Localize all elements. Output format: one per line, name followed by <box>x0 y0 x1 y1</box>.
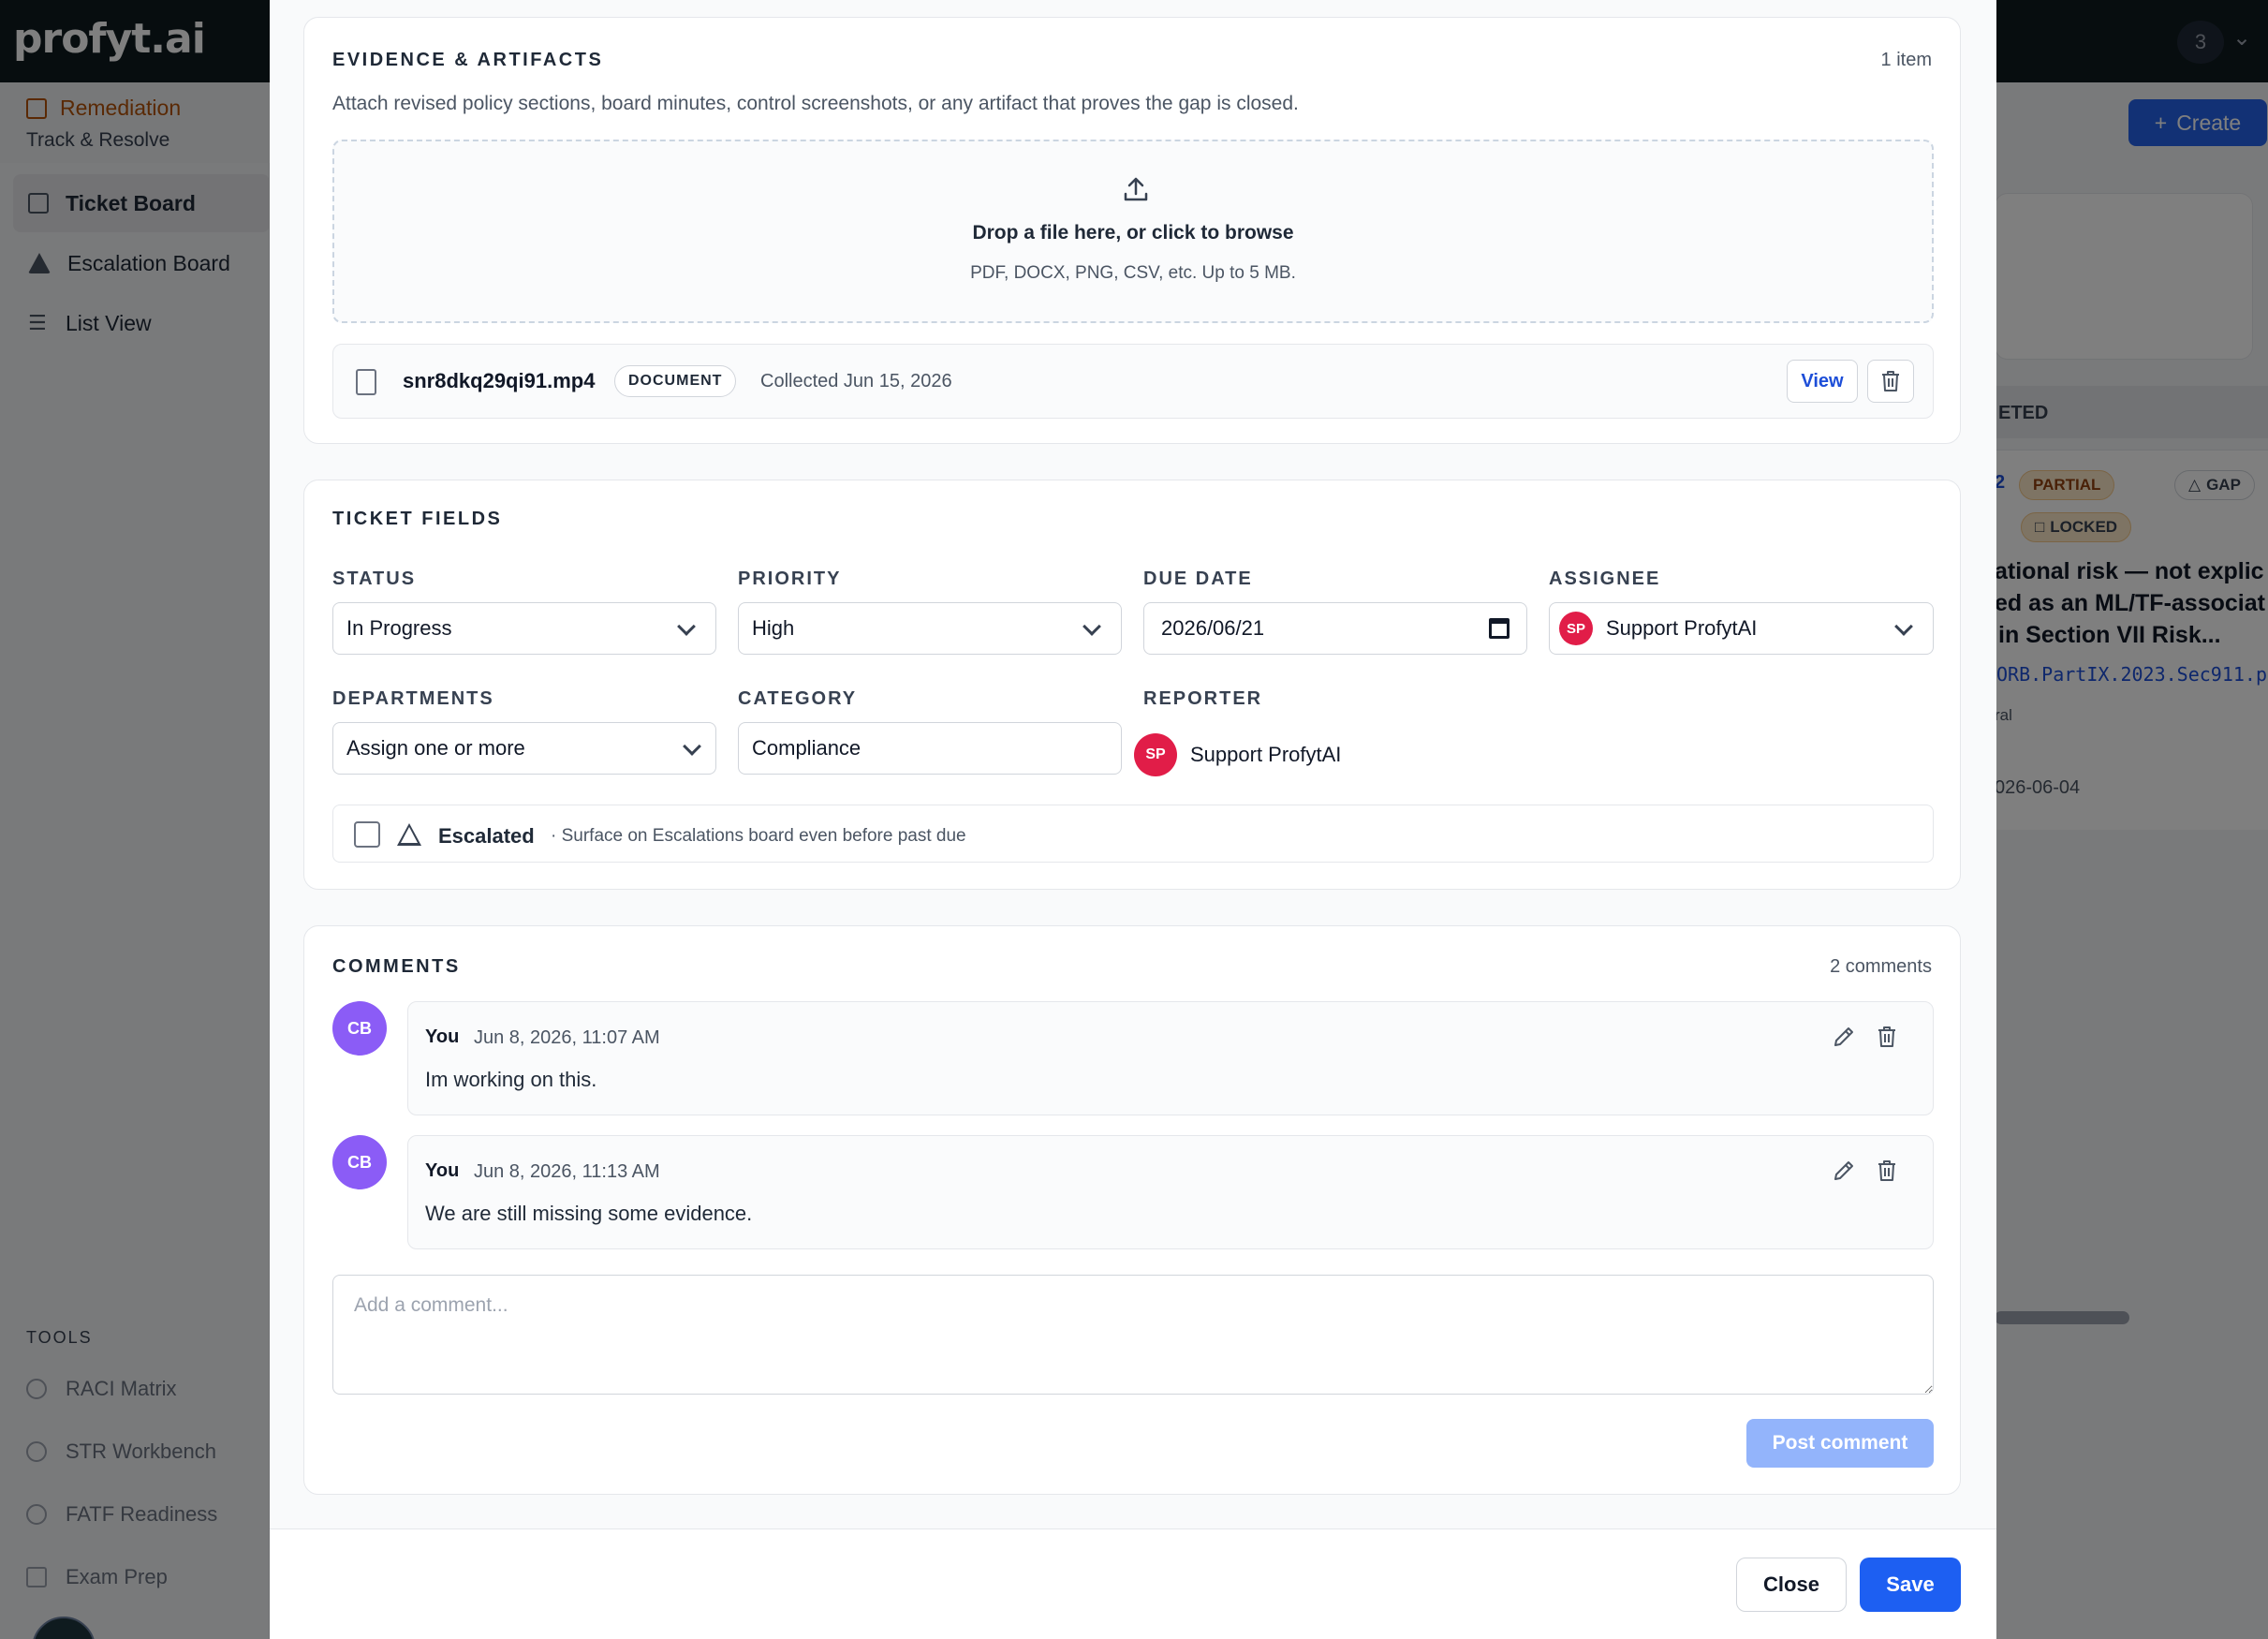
status-select[interactable]: In Progress <box>332 602 716 655</box>
calendar-icon[interactable] <box>1489 618 1510 639</box>
file-type-badge: DOCUMENT <box>614 365 737 397</box>
file-collected-date: Collected Jun 15, 2026 <box>760 371 952 391</box>
evidence-card: EVIDENCE & ARTIFACTS 1 item Attach revis… <box>303 17 1961 444</box>
upload-icon <box>1124 177 1148 201</box>
category-input[interactable]: Compliance <box>738 722 1122 775</box>
comment-input[interactable] <box>332 1275 1934 1395</box>
post-comment-button[interactable]: Post comment <box>1746 1419 1934 1468</box>
escalated-checkbox[interactable] <box>354 821 380 848</box>
edit-icon[interactable] <box>1832 1159 1856 1183</box>
dropzone-title: Drop a file here, or click to browse <box>972 222 1294 244</box>
file-dropzone[interactable]: Drop a file here, or click to browse PDF… <box>332 140 1934 323</box>
departments-select[interactable]: Assign one or more <box>332 722 716 775</box>
priority-label: PRIORITY <box>738 568 842 589</box>
assignee-label: ASSIGNEE <box>1549 568 1661 589</box>
trash-icon[interactable] <box>1875 1159 1899 1183</box>
comments-count: 2 comments <box>1830 956 1932 977</box>
chevron-down-icon <box>677 617 696 636</box>
escalated-row: Escalated · Surface on Escalations board… <box>332 805 1934 863</box>
chevron-down-icon <box>1082 617 1101 636</box>
chevron-down-icon <box>683 737 701 756</box>
chevron-down-icon <box>1894 617 1913 636</box>
escalated-hint: · Surface on Escalations board even befo… <box>551 826 966 846</box>
file-name: snr8dkq29qi91.mp4 <box>403 369 596 392</box>
comment-item: You Jun 8, 2026, 11:13 AM We are still m… <box>407 1135 1934 1249</box>
comments-card: COMMENTS 2 comments CB You Jun 8, 2026, … <box>303 925 1961 1495</box>
comment-author: You <box>425 1026 460 1047</box>
close-button[interactable]: Close <box>1736 1558 1847 1612</box>
view-file-button[interactable]: View <box>1787 360 1858 403</box>
delete-file-button[interactable] <box>1867 360 1914 403</box>
evidence-count: 1 item <box>1880 50 1932 70</box>
evidence-description: Attach revised policy sections, board mi… <box>332 93 1299 114</box>
due-date-input[interactable]: 2026/06/21 <box>1143 602 1527 655</box>
edit-icon[interactable] <box>1832 1025 1856 1049</box>
due-date-label: DUE DATE <box>1143 568 1253 589</box>
comment-item: You Jun 8, 2026, 11:07 AM Im working on … <box>407 1001 1934 1115</box>
warning-icon <box>397 823 421 846</box>
ticket-fields-card: TICKET FIELDS STATUS In Progress PRIORIT… <box>303 480 1961 890</box>
comment-author: You <box>425 1160 460 1181</box>
modal-footer: Close Save <box>270 1528 1996 1639</box>
trash-icon <box>1882 371 1899 391</box>
assignee-select[interactable]: SP Support ProfytAI <box>1549 602 1934 655</box>
comment-avatar: CB <box>332 1001 387 1056</box>
ticket-fields-title: TICKET FIELDS <box>332 509 503 529</box>
comment-time: Jun 8, 2026, 11:07 AM <box>474 1027 660 1048</box>
category-label: CATEGORY <box>738 688 858 709</box>
reporter-avatar: SP <box>1134 733 1177 776</box>
comment-text: Im working on this. <box>425 1068 597 1091</box>
dropzone-subtitle: PDF, DOCX, PNG, CSV, etc. Up to 5 MB. <box>970 263 1296 283</box>
reporter-label: REPORTER <box>1143 688 1263 709</box>
escalated-label: Escalated <box>438 824 535 848</box>
file-row: snr8dkq29qi91.mp4 DOCUMENT Collected Jun… <box>332 344 1934 419</box>
priority-select[interactable]: High <box>738 602 1122 655</box>
evidence-title: EVIDENCE & ARTIFACTS <box>332 50 604 70</box>
document-icon <box>356 369 376 395</box>
comments-title: COMMENTS <box>332 956 461 977</box>
departments-label: DEPARTMENTS <box>332 688 494 709</box>
reporter-value: SP Support ProfytAI <box>1134 733 1341 776</box>
assignee-avatar: SP <box>1559 612 1593 645</box>
ticket-modal: EVIDENCE & ARTIFACTS 1 item Attach revis… <box>270 0 1996 1639</box>
comment-text: We are still missing some evidence. <box>425 1202 753 1225</box>
trash-icon[interactable] <box>1875 1025 1899 1049</box>
status-label: STATUS <box>332 568 417 589</box>
comment-time: Jun 8, 2026, 11:13 AM <box>474 1161 660 1182</box>
save-button[interactable]: Save <box>1860 1558 1961 1612</box>
comment-avatar: CB <box>332 1135 387 1189</box>
